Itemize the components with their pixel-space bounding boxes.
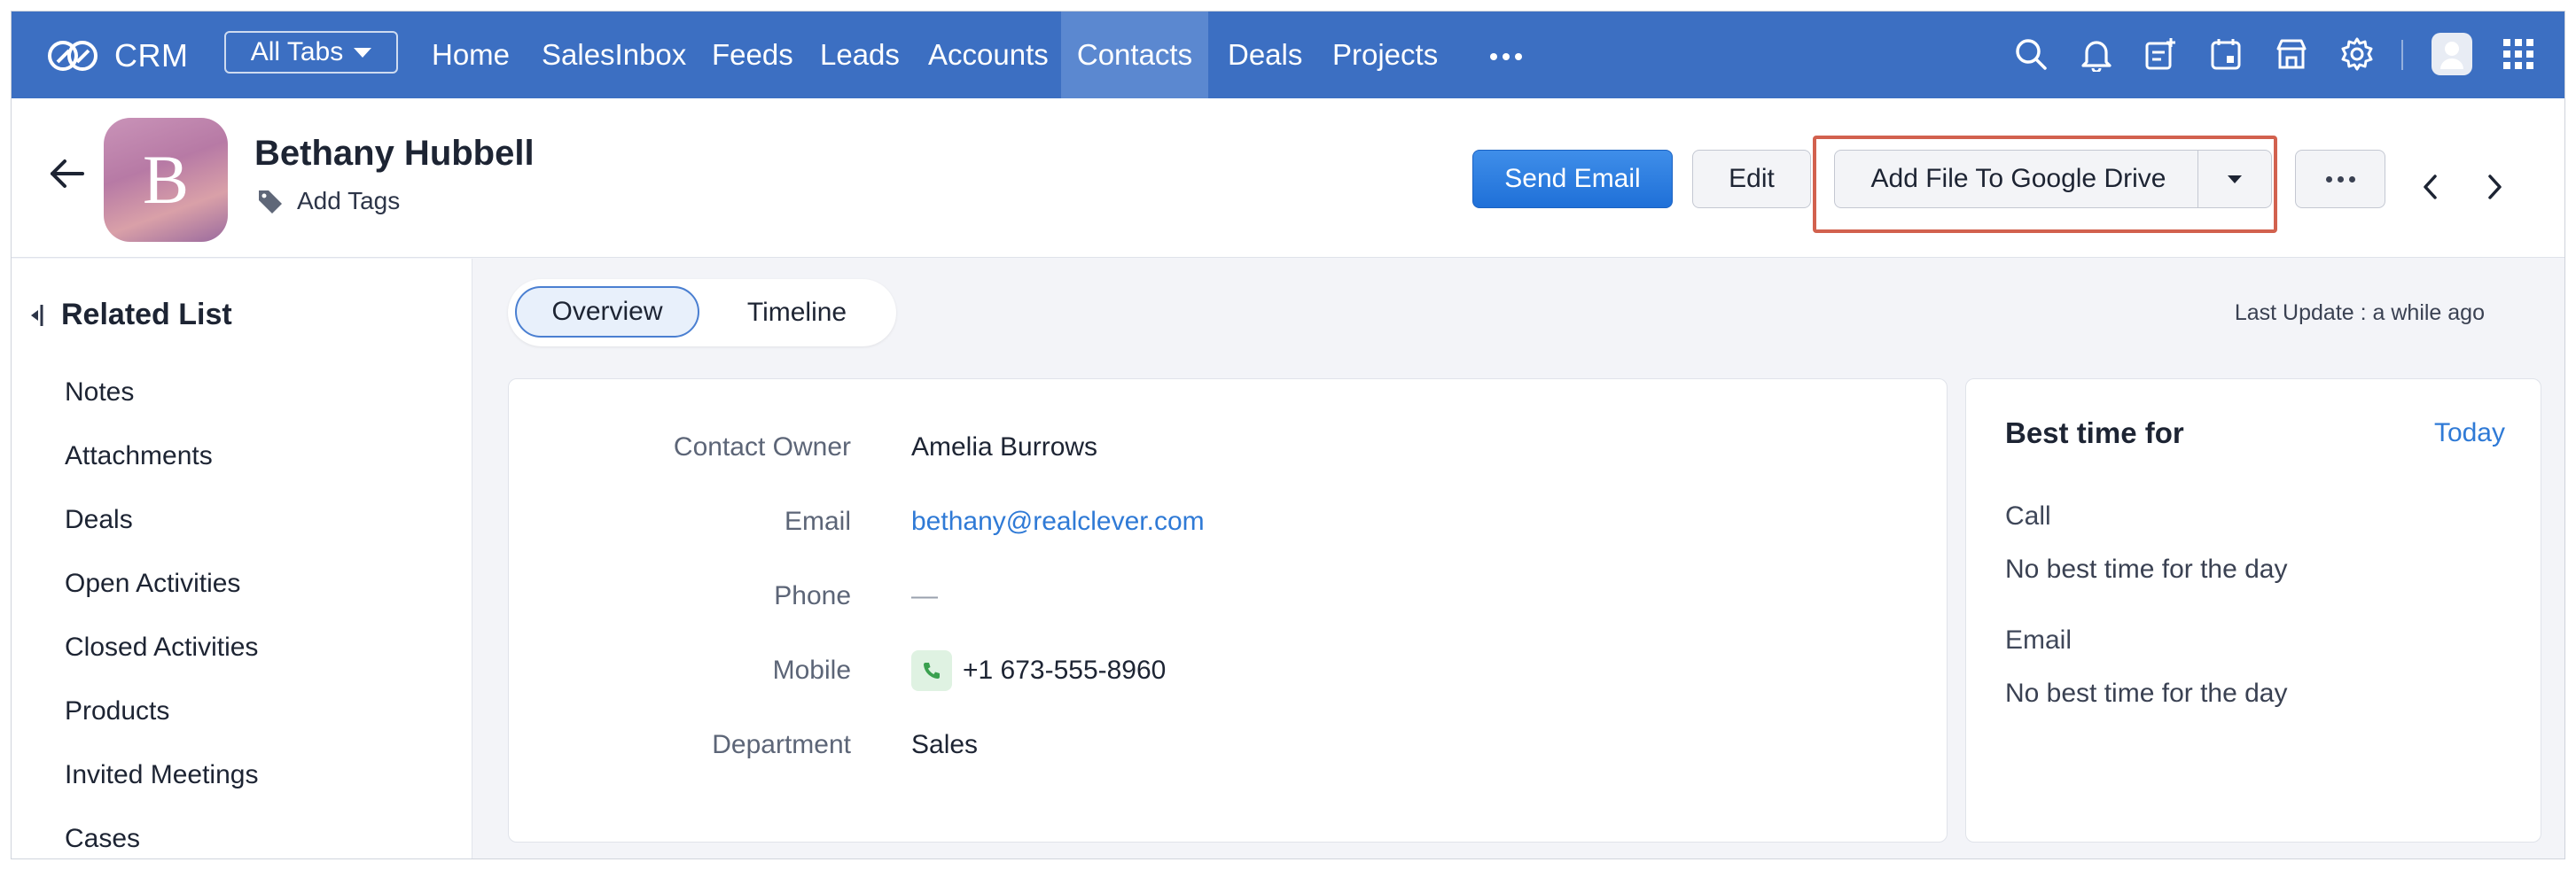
search-icon [2016,39,2047,70]
tab-timeline[interactable]: Timeline [710,286,884,339]
chevron-down-icon [2228,175,2242,183]
tab-feeds[interactable]: Feeds [712,12,793,98]
user-icon [2440,42,2463,69]
crm-logo-icon [48,41,98,71]
sidebar-item-deals[interactable]: Deals [65,505,133,535]
add-tags-label: Add Tags [297,187,401,214]
app-window: CRM All Tabs Home SalesInbox Feeds Leads… [11,11,2565,859]
tab-contacts[interactable]: Contacts [1061,12,1208,98]
phone-icon [924,663,940,679]
mobile-label: Mobile [772,656,851,685]
crm-logo[interactable]: CRM [45,36,188,75]
call-label: Call [2005,501,2051,531]
nav-divider [2401,40,2403,70]
calendar-icon [2211,39,2241,70]
collapse-sidebar-icon[interactable] [27,301,45,330]
contact-owner-value[interactable]: Amelia Burrows [911,432,1097,462]
previous-record-button[interactable] [2421,173,2440,206]
email-best-time-value: No best time for the day [2005,679,2288,708]
more-dots-icon [2325,175,2355,183]
record-header: B Bethany Hubbell Add Tags Send Email Ed… [12,98,2564,258]
apps-grid-icon [2503,39,2533,69]
top-navigation-bar: CRM All Tabs Home SalesInbox Feeds Leads… [12,12,2564,98]
google-drive-dropdown-button[interactable] [2197,150,2272,208]
arrow-left-icon [51,159,84,188]
department-value[interactable]: Sales [911,730,978,760]
related-list-title: Related List [61,298,232,331]
tab-accounts[interactable]: Accounts [928,12,1049,98]
sidebar-item-closed-activities[interactable]: Closed Activities [65,633,258,663]
chevron-down-icon [354,47,372,58]
tab-leads[interactable]: Leads [820,12,900,98]
contact-details-card: Contact Owner Amelia Burrows Email betha… [508,378,1948,843]
marketplace-button[interactable] [2270,33,2313,75]
add-file-to-google-drive-button[interactable]: Add File To Google Drive [1834,150,2203,208]
edit-button[interactable]: Edit [1692,150,1811,208]
sidebar-item-attachments[interactable]: Attachments [65,441,213,471]
create-record-button[interactable] [2139,33,2182,75]
notifications-button[interactable] [2075,33,2118,75]
phone-value[interactable]: — [911,581,938,611]
apps-grid-button[interactable] [2497,33,2540,75]
tab-home[interactable]: Home [432,12,510,98]
sidebar-item-invited-meetings[interactable]: Invited Meetings [65,760,258,790]
phone-label: Phone [774,581,851,610]
settings-button[interactable] [2336,33,2378,75]
call-button[interactable] [911,650,952,691]
best-time-card: Best time for Today Call No best time fo… [1965,378,2541,843]
sidebar-item-open-activities[interactable]: Open Activities [65,569,240,599]
search-button[interactable] [2010,33,2052,75]
email-best-time-label: Email [2005,625,2073,655]
more-tabs-button[interactable] [1490,53,1522,60]
bell-icon [2081,41,2112,72]
call-best-time-value: No best time for the day [2005,555,2288,584]
tag-icon [259,190,282,214]
department-label: Department [712,730,851,759]
tab-deals[interactable]: Deals [1228,12,1302,98]
email-label: Email [784,507,851,536]
tab-salesinbox[interactable]: SalesInbox [542,12,686,98]
user-avatar[interactable] [2432,33,2472,75]
related-list-sidebar: Related List Notes Attachments Deals Ope… [12,259,472,858]
mobile-value[interactable]: +1 673-555-8960 [963,656,1166,686]
best-time-today-link[interactable]: Today [2434,418,2505,448]
gear-icon [2341,37,2373,71]
view-tab-switcher: Overview Timeline [508,279,896,346]
add-note-icon [2145,38,2175,70]
sidebar-item-products[interactable]: Products [65,696,169,726]
next-record-button[interactable] [2485,173,2504,206]
email-link[interactable]: bethany@realclever.com [911,507,1205,537]
contact-owner-label: Contact Owner [673,432,851,462]
back-button[interactable] [49,159,86,193]
chevron-left-icon [2424,175,2437,199]
all-tabs-dropdown[interactable]: All Tabs [224,31,398,74]
all-tabs-label: All Tabs [250,37,344,66]
sidebar-item-notes[interactable]: Notes [65,377,134,408]
related-list-header: Related List [27,298,232,332]
tab-projects[interactable]: Projects [1332,12,1438,98]
add-tags-link[interactable]: Add Tags [256,187,400,215]
more-actions-button[interactable] [2295,150,2385,208]
best-time-title: Best time for [2005,416,2184,449]
tab-overview[interactable]: Overview [515,286,699,338]
contact-name: Bethany Hubbell [254,134,535,173]
calendar-button[interactable] [2205,33,2247,75]
contact-avatar[interactable]: B [104,118,228,242]
brand-name: CRM [114,37,189,74]
send-email-button[interactable]: Send Email [1472,150,1673,208]
more-dots-icon [1490,53,1497,60]
last-update-text: Last Update : a while ago [2234,300,2485,325]
sidebar-item-cases[interactable]: Cases [65,824,140,854]
marketplace-icon [2276,39,2307,69]
chevron-right-icon [2488,175,2502,199]
